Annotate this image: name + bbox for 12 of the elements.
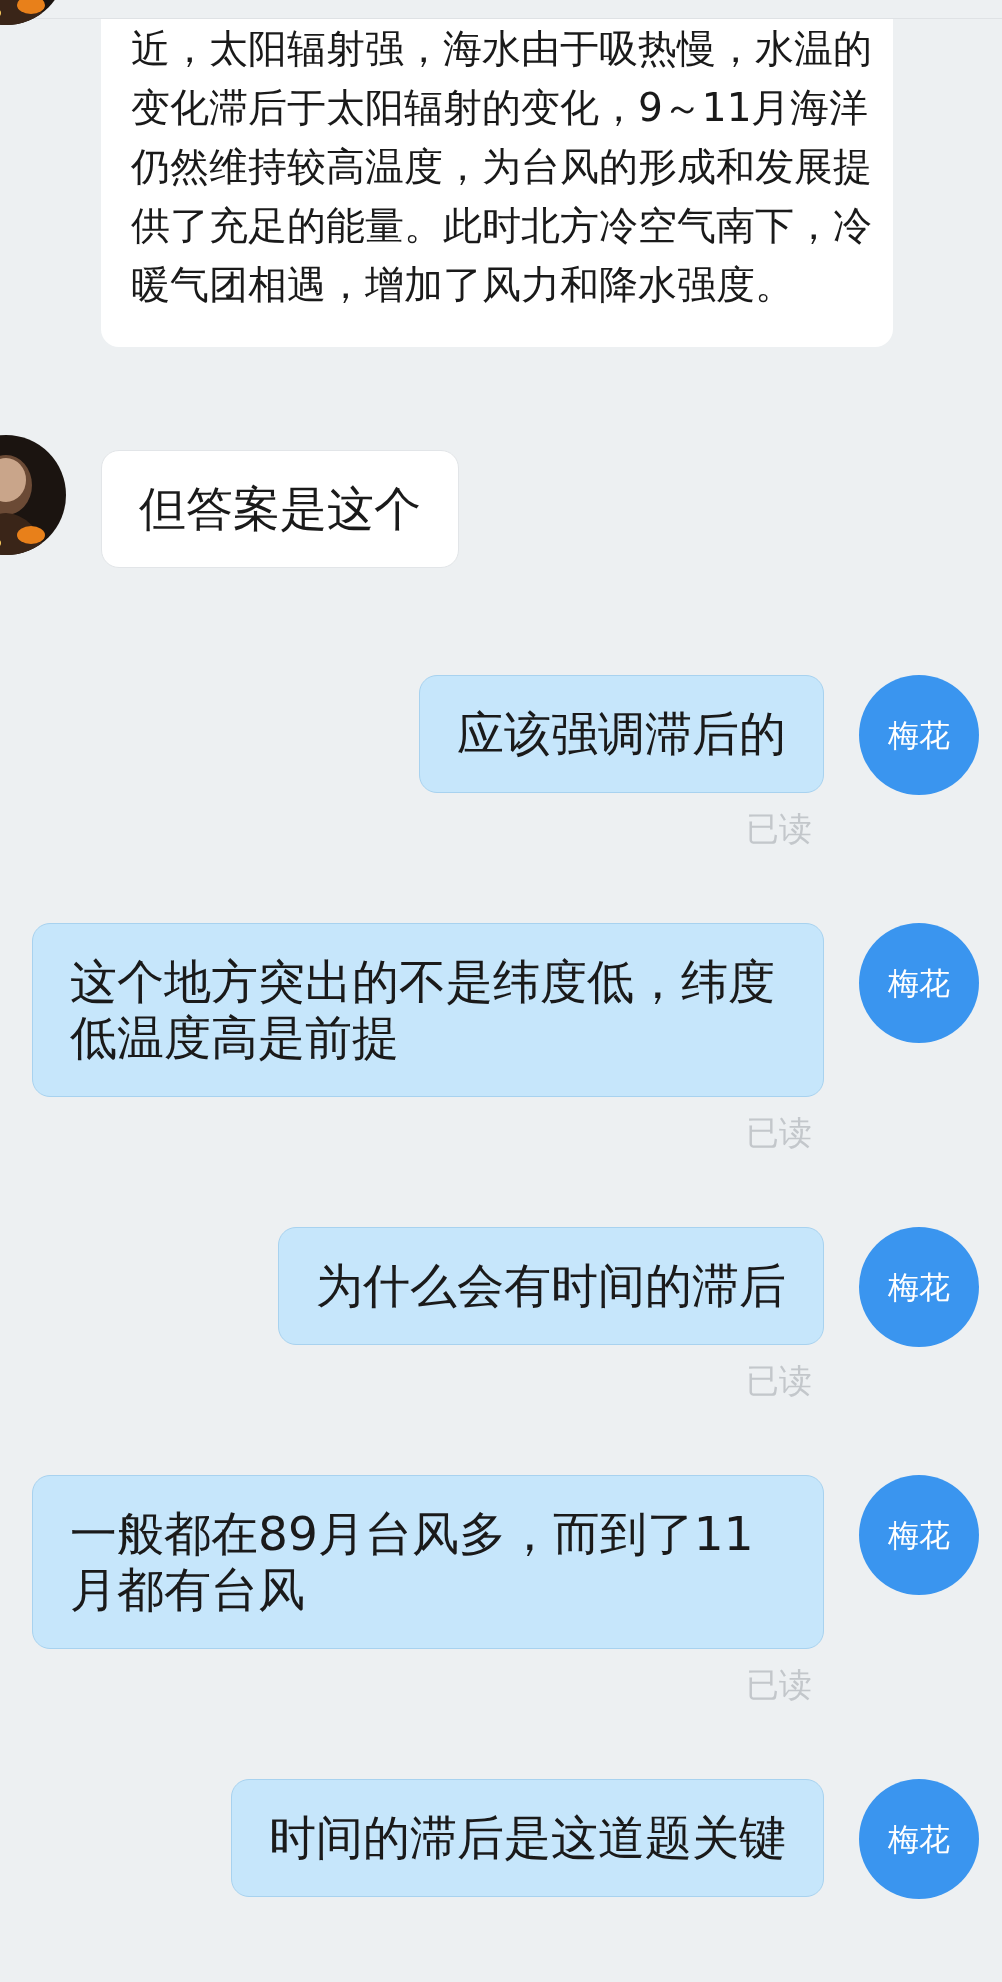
message-bubble: 近，太阳辐射强，海水由于吸热慢，水温的变化滞后于太阳辐射的变化，9～11月海洋仍然维持较高温度，为台风的形成和发展提供了充足的能量。此时北方冷空气南下，冷暖气团相遇，增加了风力和降水强度。: [101, 19, 893, 347]
avatar[interactable]: 梅花: [859, 1475, 979, 1595]
avatar[interactable]: 梅花: [859, 1227, 979, 1347]
avatar[interactable]: 梅花: [859, 923, 979, 1043]
message-bubble: 这个地方突出的不是纬度低，纬度低温度高是前提: [32, 923, 824, 1097]
message-bubble: 但答案是这个: [101, 450, 459, 568]
message-bubble: 时间的滞后是这道题关键: [231, 1779, 824, 1897]
avatar[interactable]: 梅花: [859, 1779, 979, 1899]
message-bubble: 一般都在89月台风多，而到了11月都有台风: [32, 1475, 824, 1649]
message-bubble: 为什么会有时间的滞后: [278, 1227, 824, 1345]
avatar[interactable]: 梅花: [859, 675, 979, 795]
message-bubble: 应该强调滞后的: [419, 675, 824, 793]
